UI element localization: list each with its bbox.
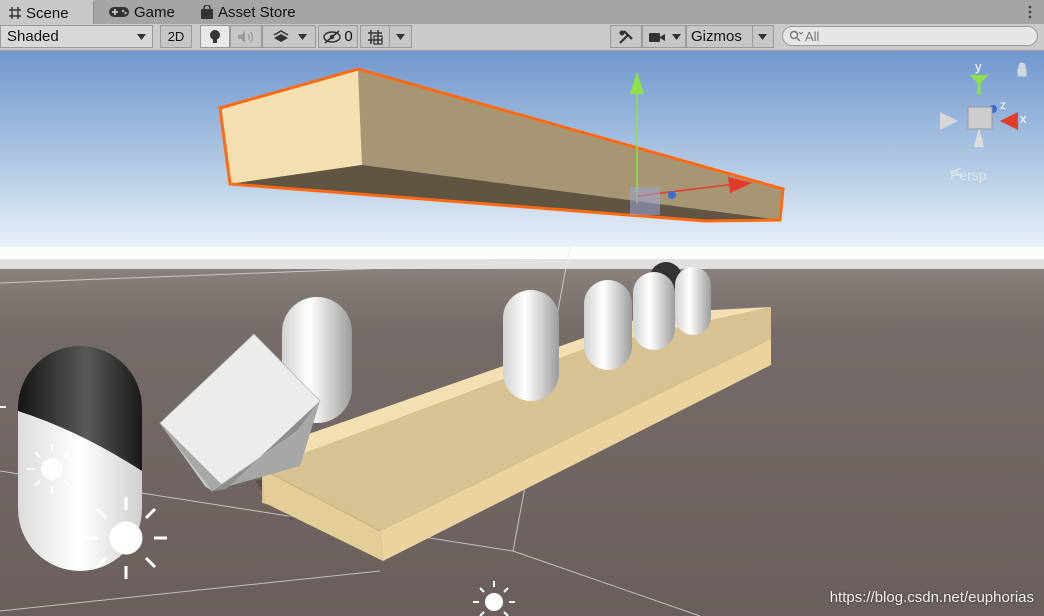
tab-asset-store[interactable]: Asset Store xyxy=(192,0,322,24)
layers-effects-icon xyxy=(273,29,288,42)
gizmo-y-label: y xyxy=(975,59,982,74)
camera-settings-dropdown[interactable] xyxy=(642,25,686,48)
chevron-down-icon xyxy=(396,33,405,40)
gizmos-dropdown[interactable]: Gizmos xyxy=(686,25,774,48)
plane-handle[interactable] xyxy=(630,187,660,215)
projection-toggle[interactable]: Persp xyxy=(950,167,987,183)
tab-game-label: Game xyxy=(134,3,175,21)
chevron-down-icon xyxy=(137,34,146,40)
gamepad-icon xyxy=(109,7,129,17)
perspective-chevron-icon xyxy=(950,167,962,177)
gizmo-z-label: z xyxy=(1000,98,1006,112)
lock-icon[interactable] xyxy=(1017,62,1027,77)
grid-hash-icon xyxy=(9,7,21,19)
tools-icon xyxy=(619,29,633,44)
scene-visibility-toggle[interactable]: 0 xyxy=(318,25,358,48)
effects-dropdown[interactable] xyxy=(262,25,316,48)
scene-search-input[interactable]: All xyxy=(782,26,1038,46)
gizmo-center-cube[interactable] xyxy=(967,106,993,130)
grid-snapping-dropdown[interactable] xyxy=(360,25,412,48)
component-tools-button[interactable] xyxy=(610,25,642,48)
chevron-down-icon xyxy=(671,33,681,40)
kebab-menu-icon[interactable] xyxy=(1026,3,1034,21)
toggle-audio-button[interactable] xyxy=(230,25,262,48)
z-axis-handle[interactable] xyxy=(668,191,676,199)
camera-icon xyxy=(648,32,665,42)
tab-bar: Scene Game Asset Store xyxy=(0,0,1044,25)
search-placeholder: All xyxy=(805,28,820,44)
scene-toolbar: Shaded 2D 0 Gizmos All xyxy=(0,24,1044,51)
tab-asset-store-label: Asset Store xyxy=(218,3,296,21)
grid-snap-icon xyxy=(368,29,383,45)
tab-scene-label: Scene xyxy=(26,4,69,22)
gizmos-label: Gizmos xyxy=(691,28,742,45)
toggle-lighting-button[interactable] xyxy=(200,25,230,48)
shading-mode-value: Shaded xyxy=(7,28,59,45)
toolbar-divider xyxy=(752,26,753,47)
toggle-2d-label: 2D xyxy=(167,29,185,44)
toggle-2d-button[interactable]: 2D xyxy=(160,25,192,48)
gizmo-x-label: x xyxy=(1020,111,1027,126)
hidden-object-count: 0 xyxy=(344,28,353,45)
lightbulb-icon xyxy=(210,29,220,43)
scene-render: y z x xyxy=(0,51,1044,616)
shopping-bag-icon xyxy=(201,4,213,19)
speaker-icon xyxy=(238,30,254,43)
eye-slash-icon xyxy=(323,29,342,44)
directional-light-icon xyxy=(85,497,167,579)
tab-scene[interactable]: Scene xyxy=(0,0,94,24)
search-icon xyxy=(789,30,803,42)
shading-mode-dropdown[interactable]: Shaded xyxy=(0,25,153,48)
scene-viewport[interactable]: y z x Persp https://blog.csdn.net/euphor… xyxy=(0,51,1044,616)
chevron-down-icon xyxy=(297,33,307,40)
tab-game[interactable]: Game xyxy=(100,0,190,24)
horizon-glow xyxy=(0,247,1044,269)
toolbar-divider xyxy=(389,26,390,47)
chevron-down-icon xyxy=(758,34,767,40)
watermark-text: https://blog.csdn.net/euphorias xyxy=(829,589,1034,606)
